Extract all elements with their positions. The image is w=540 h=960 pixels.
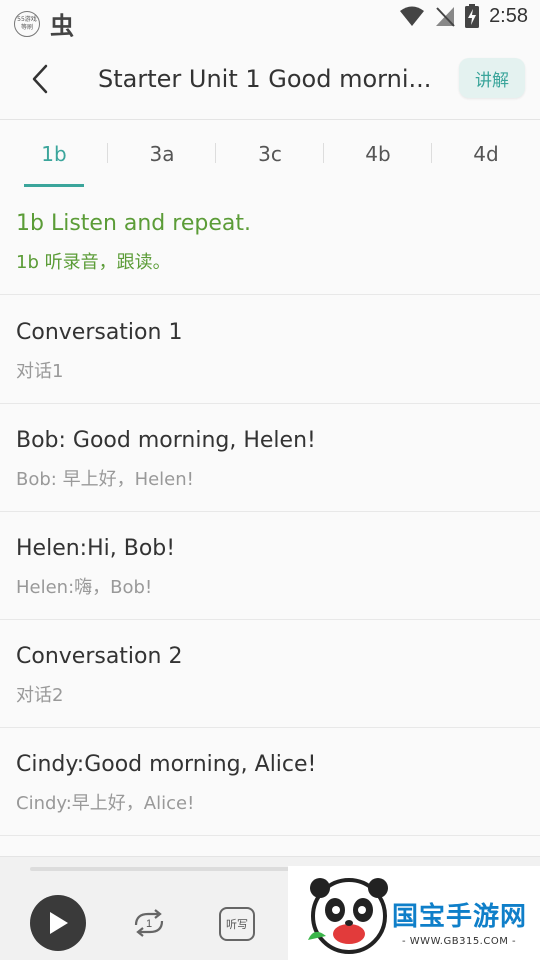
sentence-cn: 对话1 — [16, 361, 64, 382]
explain-button[interactable]: 讲解 — [459, 58, 525, 98]
tab-label: 3c — [258, 142, 282, 166]
section-title-cn: 1b 听录音，跟读。 — [16, 252, 171, 273]
tab-bar: 1b 3a 3c 4b 4d — [0, 121, 540, 187]
tab-label: 4b — [365, 142, 391, 166]
app-badge-icon: 55游戏 等刷 — [14, 10, 40, 37]
panda-logo-icon — [308, 878, 388, 954]
list-item[interactable]: Helen:Hi, Bob! Helen:嗨，Bob! — [0, 512, 540, 620]
repeat-one-icon: 1 — [134, 909, 164, 937]
no-signal-icon — [436, 7, 455, 27]
tab-label: 4d — [473, 142, 499, 166]
watermark-url: - WWW.GB315.COM - — [402, 936, 517, 947]
play-icon — [50, 912, 68, 934]
tab-4d[interactable]: 4d — [432, 121, 540, 187]
back-arrow-icon — [32, 64, 48, 94]
sentence-en: Conversation 2 — [16, 644, 183, 669]
list-item[interactable]: Conversation 2 对话2 — [0, 620, 540, 728]
list-item[interactable]: Cindy:Good morning, Alice! Cindy:早上好，Ali… — [0, 728, 540, 836]
page-title: Starter Unit 1 Good morni... — [98, 65, 432, 93]
sentence-cn: Bob: 早上好，Helen! — [16, 469, 194, 490]
watermark-logo-text: 国宝手游网 — [392, 902, 528, 932]
sentence-en: Helen:Hi, Bob! — [16, 536, 176, 561]
sentence-list: Conversation 1 对话1 Bob: Good morning, He… — [0, 296, 540, 836]
sentence-en: Conversation 1 — [16, 320, 183, 345]
status-bar: 55游戏 等刷 虫 2:58 — [0, 0, 540, 40]
sentence-cn: 对话2 — [16, 685, 64, 706]
tab-3a[interactable]: 3a — [108, 121, 216, 187]
tab-4b[interactable]: 4b — [324, 121, 432, 187]
sentence-cn: Helen:嗨，Bob! — [16, 577, 153, 598]
battery-charging-icon — [465, 4, 480, 28]
repeat-count: 1 — [146, 918, 152, 930]
sentence-en: Bob: Good morning, Helen! — [16, 428, 316, 453]
bug-icon: 虫 — [50, 12, 74, 40]
sentence-en: Cindy:Good morning, Alice! — [16, 752, 317, 777]
watermark: 国宝手游网 - WWW.GB315.COM - — [288, 866, 540, 960]
back-button[interactable] — [24, 62, 56, 96]
sentence-cn: Cindy:早上好，Alice! — [16, 793, 195, 814]
list-item[interactable]: Conversation 1 对话1 — [0, 296, 540, 404]
tab-label: 1b — [41, 142, 67, 166]
section-title-en: 1b Listen and repeat. — [16, 211, 251, 236]
dictation-button[interactable]: 听写 — [219, 907, 255, 941]
section-heading[interactable]: 1b Listen and repeat. 1b 听录音，跟读。 — [0, 187, 540, 295]
clock: 2:58 — [489, 4, 528, 27]
wifi-icon — [400, 6, 425, 26]
app-header: Starter Unit 1 Good morni... 讲解 — [0, 38, 540, 120]
tab-label: 3a — [149, 142, 175, 166]
tab-1b[interactable]: 1b — [0, 121, 108, 187]
repeat-button[interactable]: 1 — [130, 905, 168, 941]
play-button[interactable] — [30, 895, 86, 951]
tab-3c[interactable]: 3c — [216, 121, 324, 187]
list-item[interactable]: Bob: Good morning, Helen! Bob: 早上好，Helen… — [0, 404, 540, 512]
